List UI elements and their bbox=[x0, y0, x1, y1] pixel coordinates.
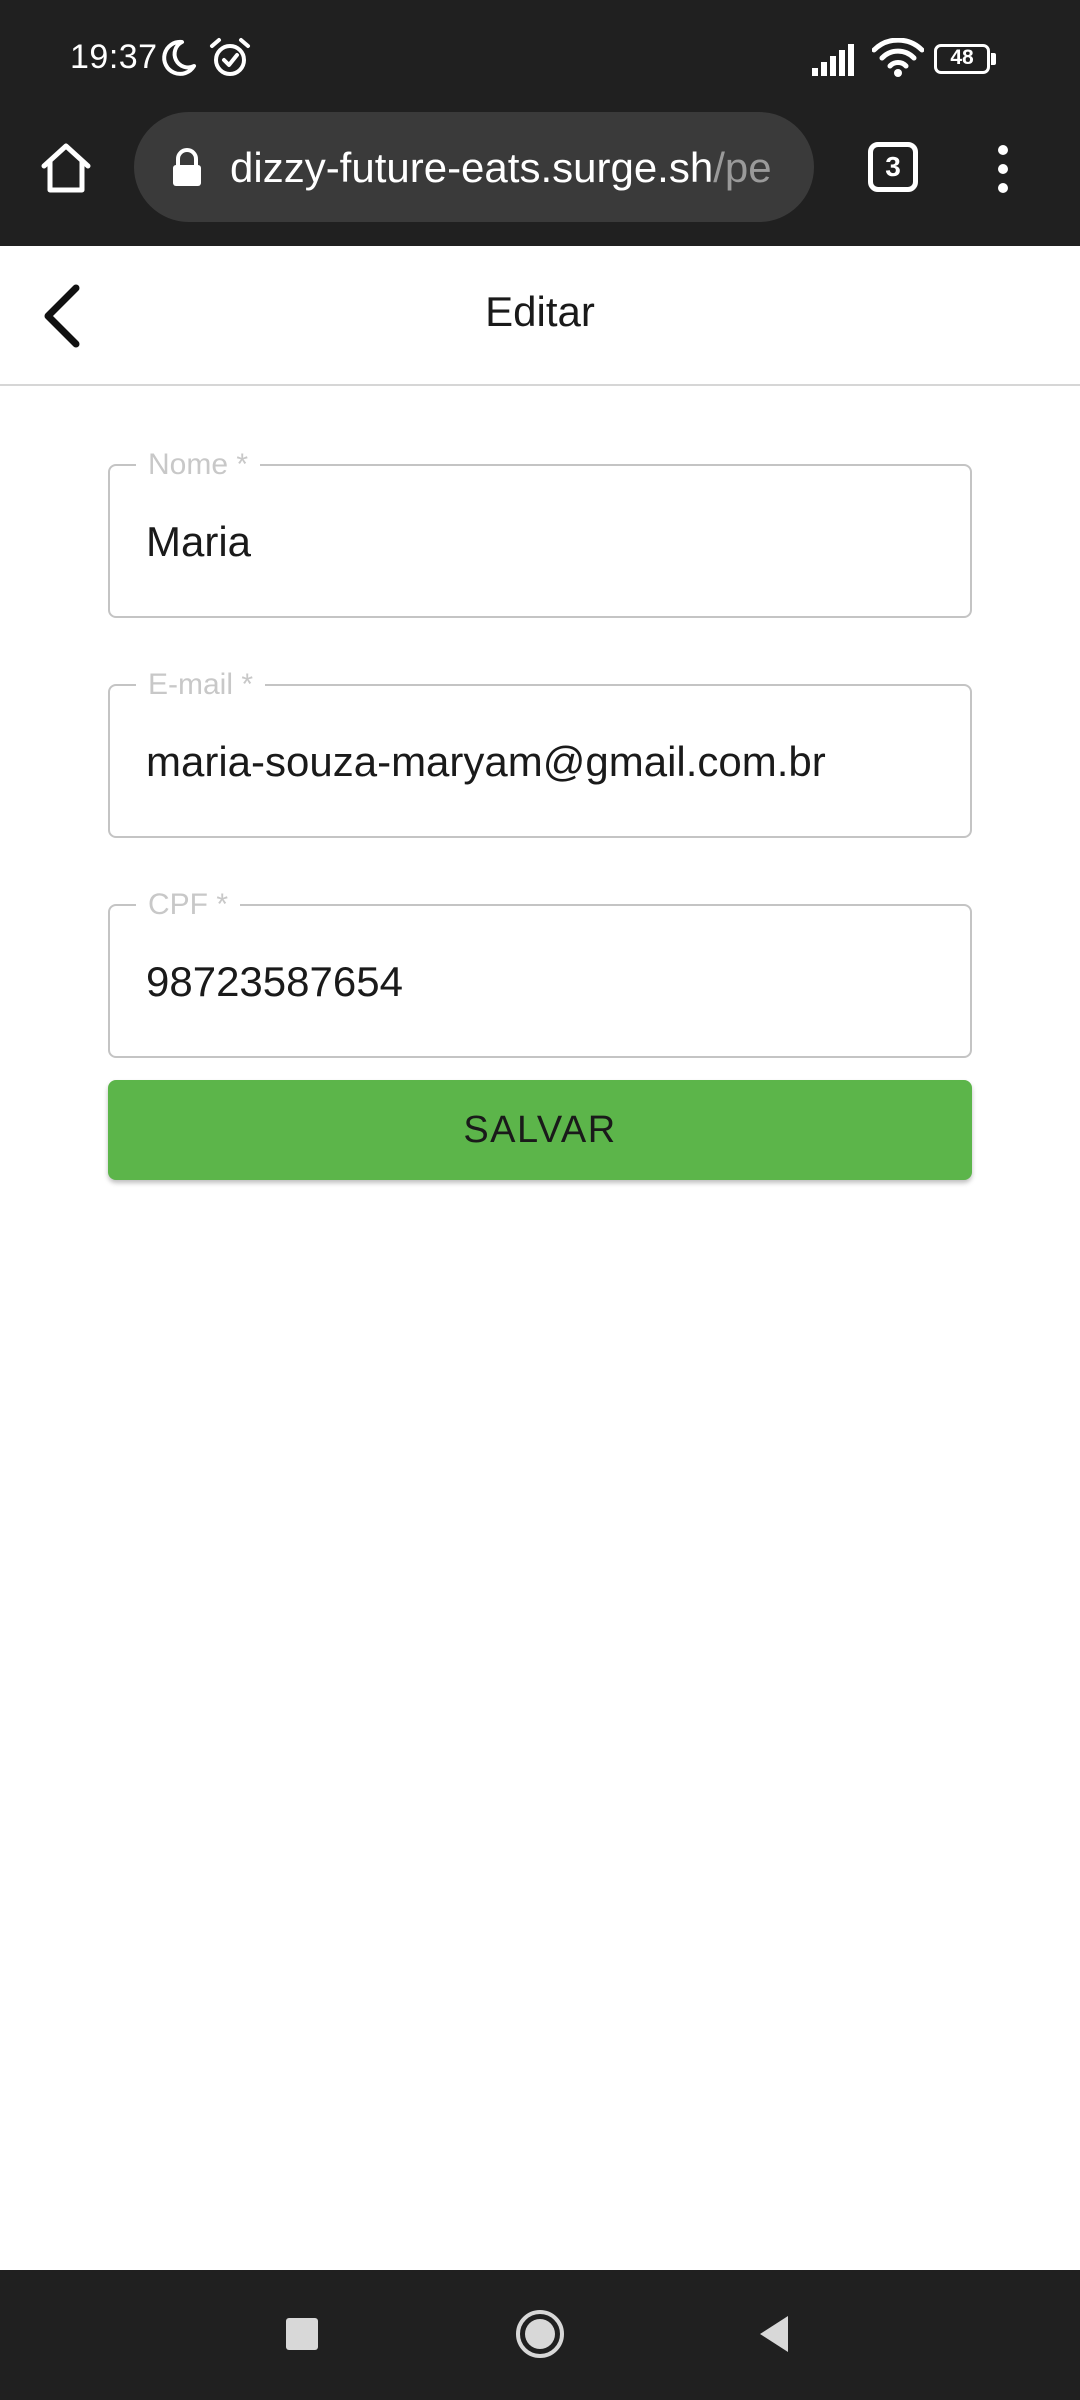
browser-toolbar: dizzy-future-eats.surge.sh/pe 3 bbox=[0, 110, 1080, 246]
lock-icon bbox=[173, 148, 201, 186]
save-button[interactable]: SALVAR bbox=[108, 1080, 972, 1180]
phone-screen: 19:37 48 dizzy-future-eats.surge.sh/pe 3… bbox=[0, 0, 1080, 2400]
url-domain: dizzy-future-eats.surge.sh bbox=[230, 144, 714, 191]
url-path: /pe bbox=[713, 144, 772, 191]
cpf-value[interactable]: 98723587654 bbox=[146, 958, 403, 1006]
name-field[interactable]: Nome * Maria bbox=[108, 448, 972, 618]
wifi-icon bbox=[872, 38, 924, 77]
cpf-field[interactable]: CPF * 98723587654 bbox=[108, 888, 972, 1058]
name-value[interactable]: Maria bbox=[146, 518, 251, 566]
email-value[interactable]: maria-souza-maryam@gmail.com.br bbox=[146, 738, 826, 786]
recents-square-icon[interactable] bbox=[286, 2318, 318, 2350]
moon-icon bbox=[162, 39, 196, 76]
url-text: dizzy-future-eats.surge.sh/pe bbox=[230, 144, 790, 194]
status-time: 19:37 bbox=[70, 38, 158, 76]
more-vert-icon[interactable] bbox=[986, 144, 1020, 194]
email-label: E-mail * bbox=[136, 668, 266, 702]
cpf-label: CPF * bbox=[136, 888, 241, 922]
app-header: Editar bbox=[0, 246, 1080, 386]
tab-switcher-button[interactable]: 3 bbox=[868, 142, 918, 192]
battery-icon: 48 bbox=[934, 44, 996, 74]
home-icon[interactable] bbox=[38, 140, 94, 196]
home-circle-icon[interactable] bbox=[514, 2308, 566, 2360]
name-label: Nome * bbox=[136, 448, 261, 482]
page-title: Editar bbox=[485, 288, 595, 335]
save-button-label: SALVAR bbox=[463, 1108, 617, 1151]
system-nav-bar bbox=[0, 2270, 1080, 2400]
signal-icon bbox=[812, 44, 854, 76]
back-triangle-icon[interactable] bbox=[756, 2314, 792, 2354]
status-bar: 19:37 48 bbox=[0, 0, 1080, 110]
tab-count: 3 bbox=[885, 151, 901, 182]
email-field[interactable]: E-mail * maria-souza-maryam@gmail.com.br bbox=[108, 668, 972, 838]
battery-level: 48 bbox=[950, 46, 974, 69]
address-bar[interactable]: dizzy-future-eats.surge.sh/pe bbox=[134, 112, 814, 222]
alarm-icon bbox=[210, 38, 250, 76]
